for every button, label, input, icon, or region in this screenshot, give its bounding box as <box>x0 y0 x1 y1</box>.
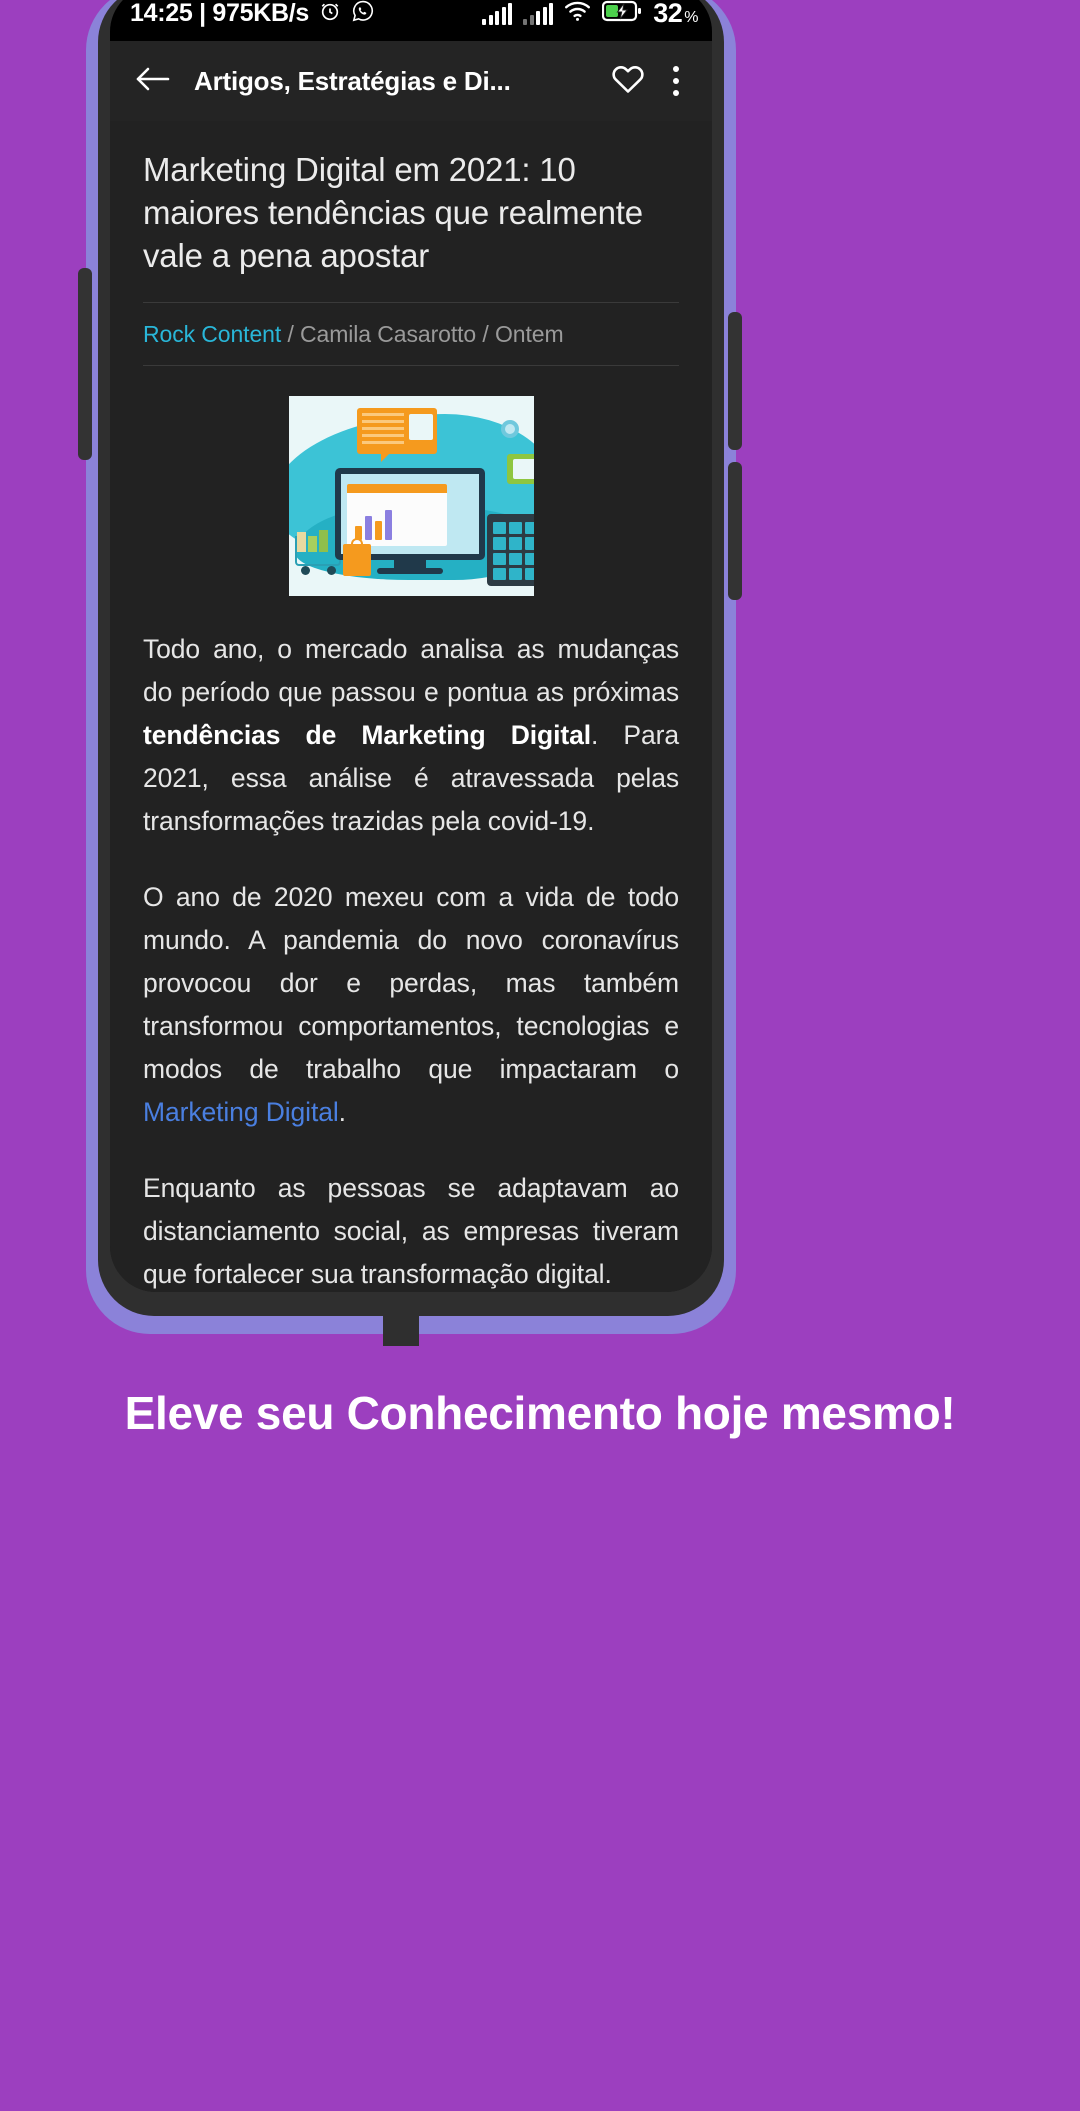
app-bar: Artigos, Estratégias e Di... <box>110 41 712 121</box>
bottom-caption: Eleve seu Conhecimento hoje mesmo! <box>124 1387 956 1439</box>
overflow-menu-button[interactable] <box>654 55 698 107</box>
byline-source-link[interactable]: Rock Content <box>143 321 281 347</box>
volume-button[interactable] <box>78 268 92 460</box>
illustration-browser-titlebar <box>346 484 447 493</box>
illustration-monitor-base <box>376 568 443 574</box>
assistant-button[interactable] <box>728 462 742 600</box>
phone-bottom-stem <box>383 1300 419 1346</box>
illustration-cart-goods <box>296 530 337 552</box>
inline-link-marketing-digital[interactable]: Marketing Digital <box>143 1097 339 1127</box>
illustration-cart-wheel <box>326 566 336 575</box>
illustration-calculator-keys <box>492 522 534 580</box>
article-paragraph: Enquanto as pessoas se adaptavam ao dist… <box>143 1167 679 1292</box>
article-scroll-area[interactable]: Marketing Digital em 2021: 10 maiores te… <box>110 121 712 1292</box>
favorite-button[interactable] <box>602 55 654 107</box>
byline-separator: / <box>476 321 495 347</box>
paragraph-text: Todo ano, o mercado analisa as mudanças … <box>143 634 679 707</box>
illustration-sticker-inner <box>512 459 534 479</box>
illustration-dot <box>504 424 515 434</box>
whatsapp-icon <box>351 0 375 28</box>
illustration-card-lines <box>361 413 404 449</box>
status-bar-left: 14:25 | 975KB/s <box>130 0 375 28</box>
three-dot-menu-icon <box>673 66 679 72</box>
back-arrow-icon <box>135 65 171 98</box>
status-time-and-network: 14:25 | 975KB/s <box>130 0 309 27</box>
byline-author: Camila Casarotto <box>300 321 477 347</box>
illustration-bar-chart <box>354 508 405 540</box>
paragraph-bold-text: tendências de Marketing Digital <box>143 720 592 750</box>
byline-separator: / <box>281 321 301 347</box>
cellular-signal-icon <box>482 2 513 25</box>
illustration-card-tail <box>380 452 391 462</box>
article-paragraph: O ano de 2020 mexeu com a vida de todo m… <box>143 876 679 1134</box>
three-dot-menu-icon <box>673 78 679 84</box>
article-byline: Rock Content / Camila Casarotto / Ontem <box>143 302 679 366</box>
cellular-signal-icon <box>523 2 554 25</box>
app-bar-title: Artigos, Estratégias e Di... <box>194 65 511 96</box>
back-button[interactable] <box>128 56 178 106</box>
phone-mockup: 14:25 | 975KB/s 32 % Artigos, Estratégia… <box>78 0 742 1346</box>
paragraph-text: O ano de 2020 mexeu com a vida de todo m… <box>143 882 679 1084</box>
power-button[interactable] <box>728 312 742 450</box>
heart-outline-icon <box>611 63 645 100</box>
battery-percent-label: 32% <box>653 0 698 28</box>
wifi-icon <box>564 0 591 27</box>
illustration-card-thumbnail <box>408 414 433 440</box>
battery-charging-icon <box>602 0 642 27</box>
phone-screen: 14:25 | 975KB/s 32 % Artigos, Estratégia… <box>110 0 712 1292</box>
illustration-cart-wheel <box>300 566 310 575</box>
illustration-shopping-bag <box>342 544 371 576</box>
article-body: Todo ano, o mercado analisa as mudanças … <box>143 596 679 1292</box>
paragraph-text: . <box>338 1097 346 1127</box>
article-featured-image <box>288 396 534 596</box>
article-paragraph: Todo ano, o mercado analisa as mudanças … <box>143 628 679 843</box>
paragraph-text: Enquanto as pessoas se adaptavam ao dist… <box>143 1173 679 1289</box>
byline-date: Ontem <box>494 321 564 347</box>
status-bar-right: 32% <box>482 0 698 29</box>
status-bar: 14:25 | 975KB/s 32 % <box>110 0 712 41</box>
alarm-clock-icon <box>318 0 342 28</box>
article-title: Marketing Digital em 2021: 10 maiores te… <box>143 151 643 274</box>
three-dot-menu-icon <box>673 90 679 96</box>
